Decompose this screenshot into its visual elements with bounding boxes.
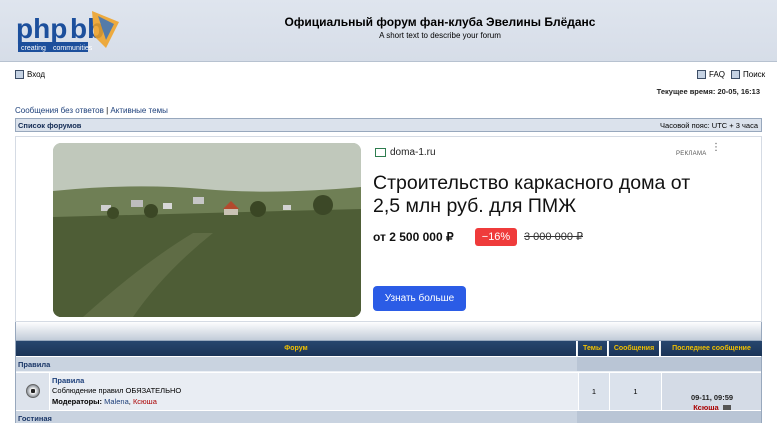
- current-time: Текущее время: 20-05, 16:13: [656, 87, 760, 96]
- svg-text:php: php: [16, 13, 67, 44]
- phpbb-logo[interactable]: php bb creating communities: [14, 8, 124, 56]
- forum-description: Соблюдение правил ОБЯЗАТЕЛЬНО: [52, 386, 182, 395]
- ad-domain-text: doma-1.ru: [390, 147, 436, 158]
- faq-link[interactable]: FAQ: [697, 70, 725, 79]
- column-header-topics: Темы: [578, 341, 608, 356]
- category-label[interactable]: Гостиная: [18, 414, 52, 423]
- ad-discount-badge: −16%: [475, 228, 517, 246]
- ad-landscape-photo: [53, 143, 361, 317]
- breadcrumb-forum-index[interactable]: Список форумов: [18, 121, 81, 130]
- table-top-band: [15, 322, 762, 340]
- column-header-posts: Сообщения: [609, 341, 660, 356]
- svg-text:communities: communities: [53, 45, 93, 52]
- unanswered-posts-link[interactable]: Сообщения без ответов: [15, 106, 104, 115]
- ad-price: от 2 500 000 ₽: [373, 230, 454, 244]
- active-topics-link[interactable]: Активные темы: [110, 106, 167, 115]
- forum-locked-icon: [26, 384, 40, 398]
- header: php bb creating communities Официальный …: [0, 0, 777, 62]
- svg-text:creating: creating: [21, 45, 46, 52]
- timezone-label: Часовой пояс: UTC + 3 часа: [660, 121, 758, 130]
- forum-icon-cell: [16, 373, 50, 410]
- login-link[interactable]: Вход: [15, 70, 45, 79]
- site-title: Официальный форум фан-клуба Эвелины Блёд…: [284, 15, 596, 29]
- ad-label: РЕКЛАМА: [676, 151, 707, 157]
- quicklinks: Сообщения без ответов | Активные темы: [15, 106, 168, 115]
- site-description: A short text to describe your forum: [379, 31, 501, 40]
- column-header-last-post: Последнее сообщение: [661, 341, 762, 356]
- ad-learn-more-button[interactable]: Узнать больше: [373, 286, 466, 311]
- forum-table: Форум Темы Сообщения Последнее сообщение…: [15, 340, 762, 423]
- moderator-link[interactable]: Malena: [104, 397, 129, 406]
- login-icon: [15, 70, 24, 79]
- forum-moderators: Модераторы: Malena, Ксюша: [52, 397, 157, 406]
- category-row-filler: [577, 411, 761, 423]
- search-icon: [731, 70, 740, 79]
- category-row-filler: [577, 357, 761, 371]
- forum-posts-count: 1: [609, 373, 661, 410]
- ad-image[interactable]: [53, 143, 361, 317]
- category-label[interactable]: Правила: [18, 360, 50, 369]
- moderator-link[interactable]: Ксюша: [133, 397, 157, 406]
- search-link[interactable]: Поиск: [731, 70, 765, 79]
- forum-topics-count: 1: [578, 373, 609, 410]
- column-header-forum: Форум: [16, 341, 577, 356]
- ad-headline[interactable]: Строительство каркасного дома от 2,5 млн…: [373, 172, 703, 218]
- login-label: Вход: [27, 70, 46, 79]
- search-label: Поиск: [743, 70, 766, 79]
- category-row: Правила: [16, 356, 761, 371]
- ad-old-price: 3 000 000 ₽: [524, 231, 583, 243]
- ad-menu-icon[interactable]: ⋮: [711, 143, 721, 153]
- moderators-label: Модераторы:: [52, 397, 103, 406]
- faq-icon: [697, 70, 706, 79]
- faq-label: FAQ: [709, 70, 726, 79]
- ad-domain[interactable]: doma-1.ru: [375, 147, 436, 158]
- breadcrumb: Список форумов Часовой пояс: UTC + 3 час…: [15, 118, 762, 132]
- forum-last-post-cell: 09-11, 09:59 Ксюша: [661, 373, 761, 412]
- forum-row: Правила Соблюдение правил ОБЯЗАТЕЛЬНО Мо…: [16, 372, 761, 412]
- house-icon: [375, 148, 386, 157]
- quicklinks-separator: |: [106, 106, 109, 115]
- category-row: Гостиная: [16, 410, 761, 423]
- forum-name-link[interactable]: Правила: [52, 376, 84, 385]
